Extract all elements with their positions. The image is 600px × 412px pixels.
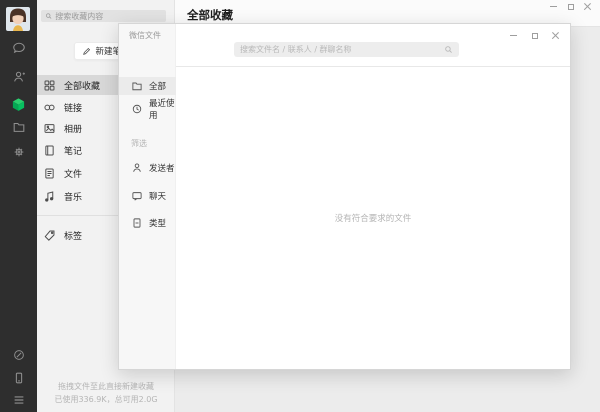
maximize-icon[interactable]	[562, 0, 579, 13]
main-window-controls	[545, 0, 596, 13]
wechat-window: 新建笔记 全部收藏 链接	[0, 0, 600, 412]
dialog-item-label: 全部	[149, 80, 166, 92]
minimize-icon[interactable]	[505, 29, 522, 42]
contacts-icon[interactable]	[0, 70, 37, 84]
sidebar-item-label: 文件	[64, 167, 82, 180]
sidebar-item-label: 标签	[64, 229, 82, 242]
files-folder-icon[interactable]	[0, 120, 37, 134]
wechat-files-dialog: 微信文件 全部 最近使用 筛选	[118, 23, 571, 370]
more-menu-icon[interactable]	[0, 393, 37, 407]
grid-icon	[43, 79, 56, 92]
dialog-item-type[interactable]: 类型	[119, 214, 176, 232]
dialog-item-chat[interactable]: 聊天	[119, 187, 176, 205]
sidebar-item-label: 全部收藏	[64, 79, 100, 92]
page-title: 全部收藏	[187, 7, 233, 23]
storage-info: 拖拽文件至此直接新建收藏 已使用336.9K，总可用2.0G	[37, 380, 175, 406]
folder-icon	[131, 80, 143, 92]
dialog-item-label: 最近使用	[149, 97, 176, 121]
dialog-item-sender[interactable]: 发送者	[119, 159, 176, 177]
person-icon	[131, 162, 143, 174]
document-icon	[131, 217, 143, 229]
sidebar-item-label: 相册	[64, 122, 82, 135]
chat-bubble-icon	[131, 190, 143, 202]
close-icon[interactable]	[547, 29, 564, 42]
notebook-icon	[43, 144, 56, 157]
storage-usage-text: 已使用336.9K，总可用2.0G	[37, 393, 175, 406]
dialog-body: 没有符合要求的文件	[176, 24, 570, 369]
music-icon	[43, 190, 56, 203]
file-icon	[43, 167, 56, 180]
user-avatar[interactable]	[6, 7, 30, 31]
pencil-icon	[82, 47, 91, 56]
empty-state-text: 没有符合要求的文件	[176, 212, 570, 224]
settings-gear-icon[interactable]	[0, 145, 37, 159]
dialog-window-controls	[505, 29, 564, 42]
nav-rail	[0, 0, 37, 412]
sidebar-item-label: 笔记	[64, 144, 82, 157]
compass-icon[interactable]	[0, 348, 37, 362]
maximize-icon[interactable]	[526, 29, 543, 42]
dialog-search-input[interactable]	[240, 45, 444, 54]
dialog-title: 微信文件	[129, 30, 161, 41]
dialog-item-label: 类型	[149, 217, 166, 229]
favorites-icon[interactable]	[0, 97, 37, 112]
favorites-search-box[interactable]	[41, 10, 166, 22]
favorites-search-input[interactable]	[55, 12, 162, 21]
dialog-item-recent[interactable]: 最近使用	[119, 100, 176, 118]
dialog-item-label: 聊天	[149, 190, 166, 202]
dialog-menu: 微信文件 全部 最近使用 筛选	[119, 24, 176, 369]
dialog-item-label: 发送者	[149, 162, 175, 174]
search-icon	[444, 45, 453, 54]
link-icon	[43, 101, 56, 114]
close-icon[interactable]	[579, 0, 596, 13]
drag-hint-text: 拖拽文件至此直接新建收藏	[37, 380, 175, 393]
clock-icon	[131, 103, 143, 115]
album-icon	[43, 122, 56, 135]
filter-section-label: 筛选	[131, 138, 147, 149]
search-icon	[45, 12, 52, 20]
chats-icon[interactable]	[0, 41, 37, 55]
avatar-image	[6, 7, 30, 31]
dialog-item-all[interactable]: 全部	[119, 77, 176, 95]
phone-icon[interactable]	[0, 371, 37, 385]
sidebar-item-label: 音乐	[64, 190, 82, 203]
minimize-icon[interactable]	[545, 0, 562, 13]
sidebar-item-label: 链接	[64, 101, 82, 114]
dialog-search-box[interactable]	[234, 42, 459, 57]
tag-icon	[43, 229, 56, 242]
